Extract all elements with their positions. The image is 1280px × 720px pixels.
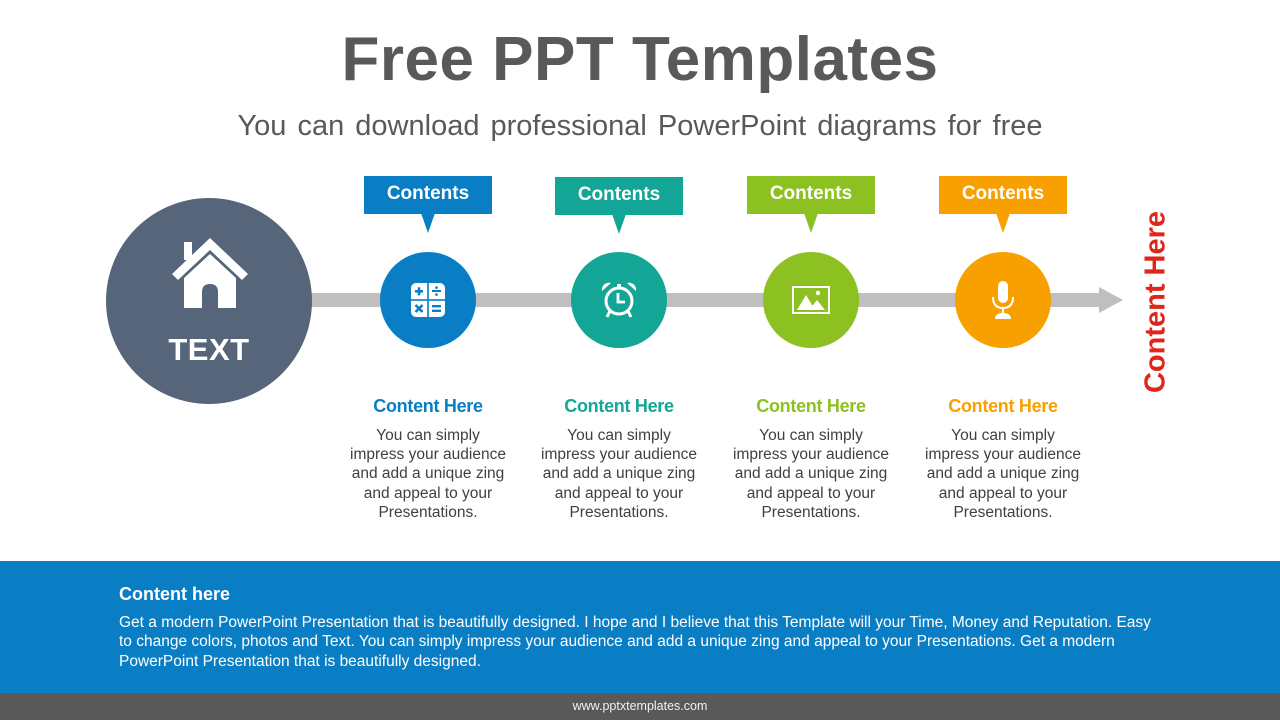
step-tag: Contents bbox=[364, 176, 492, 233]
alarm-clock-icon bbox=[601, 282, 637, 318]
footer-body: Get a modern PowerPoint Presentation tha… bbox=[119, 614, 1151, 670]
step-title: Content Here bbox=[564, 396, 674, 416]
step-description: You can simply impress your audience and… bbox=[350, 427, 506, 521]
timeline-step: Contents Content Here You can simply imp… bbox=[539, 0, 699, 560]
timeline-step: Contents Content Here You can simply imp… bbox=[923, 0, 1083, 560]
step-node bbox=[955, 252, 1051, 348]
step-node bbox=[571, 252, 667, 348]
step-tag-label: Contents bbox=[577, 184, 661, 205]
step-tag-label: Contents bbox=[769, 183, 853, 204]
house-icon bbox=[172, 238, 248, 308]
bottom-bar: www.pptxtemplates.com bbox=[0, 693, 1280, 720]
step-title: Content Here bbox=[948, 396, 1058, 416]
step-description: You can simply impress your audience and… bbox=[733, 427, 889, 521]
step-tag-label: Contents bbox=[386, 183, 470, 204]
tag-pointer bbox=[804, 213, 818, 233]
step-node bbox=[380, 252, 476, 348]
tag-pointer bbox=[421, 213, 435, 233]
step-tag-label: Contents bbox=[961, 183, 1045, 204]
step-title: Content Here bbox=[373, 396, 483, 416]
tag-pointer bbox=[612, 214, 626, 234]
footer-panel: Content here Get a modern PowerPoint Pre… bbox=[0, 561, 1280, 693]
footer-heading: Content here bbox=[119, 584, 231, 604]
timeline-step: Contents Content Here You can simply imp… bbox=[348, 0, 508, 560]
microphone-icon bbox=[992, 281, 1014, 319]
step-tag: Contents bbox=[747, 176, 875, 233]
step-description: You can simply impress your audience and… bbox=[925, 427, 1081, 521]
step-description: You can simply impress your audience and… bbox=[541, 427, 697, 521]
website-link[interactable]: www.pptxtemplates.com bbox=[0, 693, 1280, 720]
image-icon bbox=[792, 286, 830, 314]
step-tag: Contents bbox=[939, 176, 1067, 233]
calculator-icon bbox=[411, 283, 445, 317]
tag-pointer bbox=[996, 213, 1010, 233]
hub-label: TEXT bbox=[168, 332, 250, 367]
side-label: Content Here bbox=[1139, 210, 1172, 394]
step-node bbox=[763, 252, 859, 348]
step-title: Content Here bbox=[756, 396, 866, 416]
arrow-right-icon bbox=[1099, 287, 1123, 313]
hub-circle: TEXT bbox=[106, 198, 312, 404]
timeline-step: Contents Content Here You can simply imp… bbox=[731, 0, 891, 560]
step-tag: Contents bbox=[555, 177, 683, 234]
